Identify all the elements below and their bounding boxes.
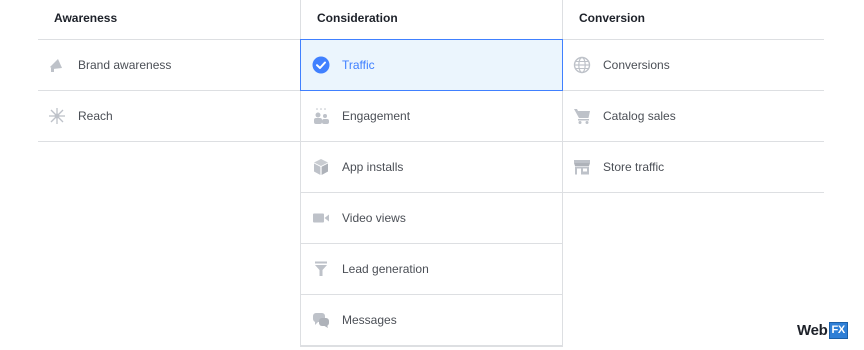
people-icon xyxy=(312,107,330,125)
objective-messages[interactable]: Messages xyxy=(301,295,562,346)
objective-label: Messages xyxy=(342,313,397,327)
column-awareness: Awareness Brand awareness Reach xyxy=(38,0,300,350)
objective-label: Engagement xyxy=(342,109,411,123)
box-icon xyxy=(312,158,330,176)
objective-reach[interactable]: Reach xyxy=(38,91,300,142)
objective-label: Lead generation xyxy=(342,262,429,276)
objective-lead-generation[interactable]: Lead generation xyxy=(301,244,562,295)
objective-video-views[interactable]: Video views xyxy=(301,193,562,244)
cart-icon xyxy=(573,107,591,125)
column-header-conversion: Conversion xyxy=(563,0,824,40)
funnel-icon xyxy=(312,260,330,278)
logo-badge: FX xyxy=(828,322,848,339)
column-consideration: Consideration Traffic Engagement App ins… xyxy=(300,0,563,350)
objective-label: Brand awareness xyxy=(78,58,172,72)
objective-store-traffic[interactable]: Store traffic xyxy=(563,142,824,193)
objective-board: Awareness Brand awareness Reach Consider… xyxy=(38,0,824,350)
objective-conversions[interactable]: Conversions xyxy=(563,40,824,91)
column-header-consideration: Consideration xyxy=(300,0,563,40)
reach-icon xyxy=(48,107,66,125)
objective-catalog-sales[interactable]: Catalog sales xyxy=(563,91,824,142)
video-camera-icon xyxy=(312,209,330,227)
objective-brand-awareness[interactable]: Brand awareness xyxy=(38,40,300,91)
objective-traffic[interactable]: Traffic xyxy=(300,39,563,91)
objective-label: Traffic xyxy=(342,58,375,72)
webfx-logo: Web FX xyxy=(797,322,848,339)
column-header-awareness: Awareness xyxy=(38,0,300,40)
column-conversion: Conversion Conversions Catalog sales Sto… xyxy=(563,0,824,350)
objective-label: Store traffic xyxy=(603,160,665,174)
objective-label: Catalog sales xyxy=(603,109,676,123)
chat-bubbles-icon xyxy=(312,311,330,329)
objective-label: App installs xyxy=(342,160,404,174)
logo-text: Web xyxy=(797,322,828,339)
megaphone-icon xyxy=(48,56,66,74)
store-icon xyxy=(573,158,591,176)
globe-icon xyxy=(573,56,591,74)
check-circle-icon xyxy=(312,56,330,74)
objective-label: Conversions xyxy=(603,58,670,72)
objective-label: Reach xyxy=(78,109,113,123)
objective-label: Video views xyxy=(342,211,406,225)
objective-engagement[interactable]: Engagement xyxy=(301,91,562,142)
objective-app-installs[interactable]: App installs xyxy=(301,142,562,193)
